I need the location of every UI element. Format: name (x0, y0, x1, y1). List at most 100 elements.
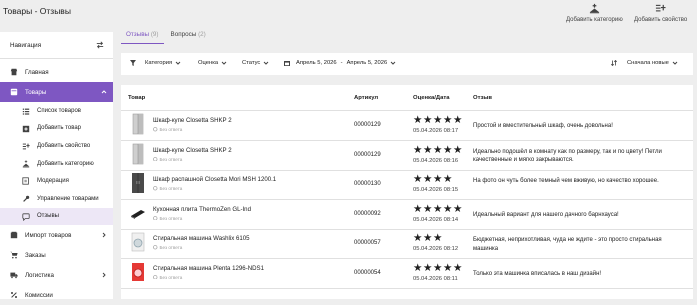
tab-reviews[interactable]: Отзывы (9) (121, 28, 164, 44)
review-status-label: Без ответа (159, 215, 183, 221)
date-to: Апрель 5, 2026 (346, 60, 388, 66)
add-list-icon (22, 142, 30, 150)
review-text: Идеально подошёл в комнату как по размер… (473, 148, 662, 164)
rating-filter-label: Оценка (198, 60, 219, 66)
sidebar-item-commissions[interactable]: Комиссии (0, 285, 113, 305)
sidebar-item-label: Список товаров (37, 107, 81, 114)
product-thumbnail (130, 113, 146, 135)
table-row[interactable]: Шкаф-купе Closetta SHKP 2 Без ответа 00000… (121, 140, 693, 171)
sidebar-item-import[interactable]: Импорт товаров (0, 225, 113, 245)
status-dot-icon (153, 274, 158, 280)
table-row[interactable]: Стиральная машина Washlix 6105 Без ответа… (121, 228, 693, 259)
review-date: 05.04.2026 08:15 (413, 187, 459, 193)
edit-icon (22, 177, 30, 185)
rating-stars: ★★★★★ (413, 114, 464, 126)
product-name[interactable]: Шкаф распашной Closetta Mori MSH 1200.1 (153, 176, 276, 183)
sidebar-item-label: Добавить товар (37, 125, 81, 132)
tab-bar: Отзывы (9) Вопросы (2) (121, 28, 213, 44)
review-status-label: Без ответа (159, 127, 183, 132)
sidebar-item-product-management[interactable]: Управление товарами (0, 190, 113, 208)
column-header-product: Товар (128, 95, 146, 101)
box-icon (10, 88, 18, 96)
sidebar-item-add-category[interactable]: Добавить категорию (0, 155, 113, 173)
date-from: Апрель 5, 2026 (296, 60, 337, 66)
sidebar-item-add-product[interactable]: Добавить товар (0, 120, 113, 138)
sidebar-title: Навигация (10, 41, 42, 49)
product-thumbnail (130, 231, 146, 253)
sidebar-item-label: Заказы (25, 251, 46, 259)
reviews-table: Товар Артикул Оценка/Дата Отзыв Шкаф-куп… (121, 85, 693, 299)
sidebar-item-reviews[interactable]: Отзывы (0, 207, 113, 226)
product-sku: 00000129 (354, 122, 381, 128)
status-dot-icon (153, 215, 158, 221)
truck-icon (10, 271, 18, 279)
sidebar-item-product-list[interactable]: Список товаров (0, 102, 113, 120)
table-row[interactable]: Шкаф-купе Closetta SHKP 2 Без ответа 00000… (121, 110, 693, 141)
product-name[interactable]: Стиральная машина Plenta 1296-NDS1 (153, 265, 264, 272)
sidebar-item-label: Модерация (37, 178, 69, 185)
sort-icon[interactable] (611, 60, 617, 66)
table-row[interactable]: Шкаф распашной Closetta Mori MSH 1200.1 Б… (121, 169, 693, 200)
review-text: На фото он чуть более темный чем вживую,… (473, 178, 659, 184)
review-status: Без ответа (153, 186, 182, 191)
sidebar-item-logistics[interactable]: Логистика (0, 265, 113, 285)
percent-icon (10, 291, 18, 299)
review-status-label: Без ответа (159, 186, 183, 191)
tab-questions[interactable]: Вопросы (2) (166, 28, 211, 44)
sidebar-item-label: Логистика (25, 271, 54, 279)
product-thumbnail (130, 261, 146, 283)
sidebar-item-label: Добавить категорию (37, 160, 94, 167)
add-property-button[interactable]: Добавить свойство (634, 3, 687, 23)
sort-select[interactable]: Сначала новые (627, 60, 678, 66)
review-text: Бюджетная, неприхотливая, чуда не ждите … (473, 237, 662, 252)
rating-filter[interactable]: Оценка (198, 60, 227, 66)
sidebar-item-label: Управление товарами (37, 195, 99, 202)
status-dot-icon (153, 186, 158, 191)
review-date: 05.04.2026 08:12 (413, 246, 459, 252)
product-thumbnail (130, 143, 146, 165)
status-dot-icon (153, 156, 158, 162)
add-category-button[interactable]: Добавить категорию (566, 3, 623, 23)
filter-icon[interactable] (130, 60, 136, 66)
table-row[interactable]: Стиральная машина Plenta 1296-NDS1 Без от… (121, 258, 693, 289)
sidebar-item-add-property[interactable]: Добавить свойство (0, 137, 113, 155)
product-sku: 00000130 (354, 181, 381, 187)
sidebar-item-label: Товары (25, 88, 47, 96)
date-range-filter[interactable]: Апрель 5, 2026 - Апрель 5, 2026 (284, 60, 396, 66)
column-header-review: Отзыв (473, 95, 493, 101)
column-header-rating-date: Оценка/Дата (413, 95, 450, 101)
sidebar-item-moderation[interactable]: Модерация (0, 172, 113, 190)
sidebar-item-label: Главная (25, 68, 49, 76)
chevron-down-icon (672, 61, 678, 65)
chevron-down-icon (175, 61, 181, 65)
table-row[interactable]: Кухонная плита ThermoZen GL-Ind Без ответ… (121, 199, 693, 230)
product-name[interactable]: Кухонная плита ThermoZen GL-Ind (153, 206, 251, 213)
product-sku: 00000092 (354, 210, 381, 217)
chevron-up-icon (101, 90, 107, 94)
review-date: 05.04.2026 08:16 (413, 157, 459, 164)
sidebar-item-products[interactable]: Товары (0, 82, 113, 102)
status-filter[interactable]: Статус (242, 60, 269, 66)
review-date: 05.04.2026 08:11 (413, 275, 458, 282)
category-filter[interactable]: Категория (145, 60, 181, 66)
review-text: Простой и вместительный шкаф, очень дово… (473, 123, 613, 129)
product-name[interactable]: Шкаф-купе Closetta SHKP 2 (153, 147, 232, 154)
sidebar-item-orders[interactable]: Заказы (0, 245, 113, 265)
product-name[interactable]: Шкаф-купе Closetta SHKP 2 (153, 117, 232, 124)
tab-label: Отзывы (126, 31, 150, 38)
review-status-label: Без ответа (159, 245, 183, 250)
review-status-label: Без ответа (159, 274, 183, 280)
sidebar-item-home[interactable]: Главная (0, 62, 113, 82)
chat-icon (22, 212, 30, 221)
store-icon (10, 68, 18, 76)
chevron-down-icon (263, 61, 269, 65)
tab-count: (2) (198, 31, 206, 38)
calendar-icon (284, 61, 290, 66)
wrench-icon (22, 195, 30, 203)
product-name[interactable]: Стиральная машина Washlix 6105 (153, 235, 250, 242)
rating-stars: ★★★ (413, 232, 444, 244)
add-property-label: Добавить свойство (634, 17, 688, 23)
chevron-down-icon (221, 61, 227, 65)
page-title: Товары - Отзывы (3, 6, 71, 16)
swap-icon[interactable] (96, 41, 104, 49)
